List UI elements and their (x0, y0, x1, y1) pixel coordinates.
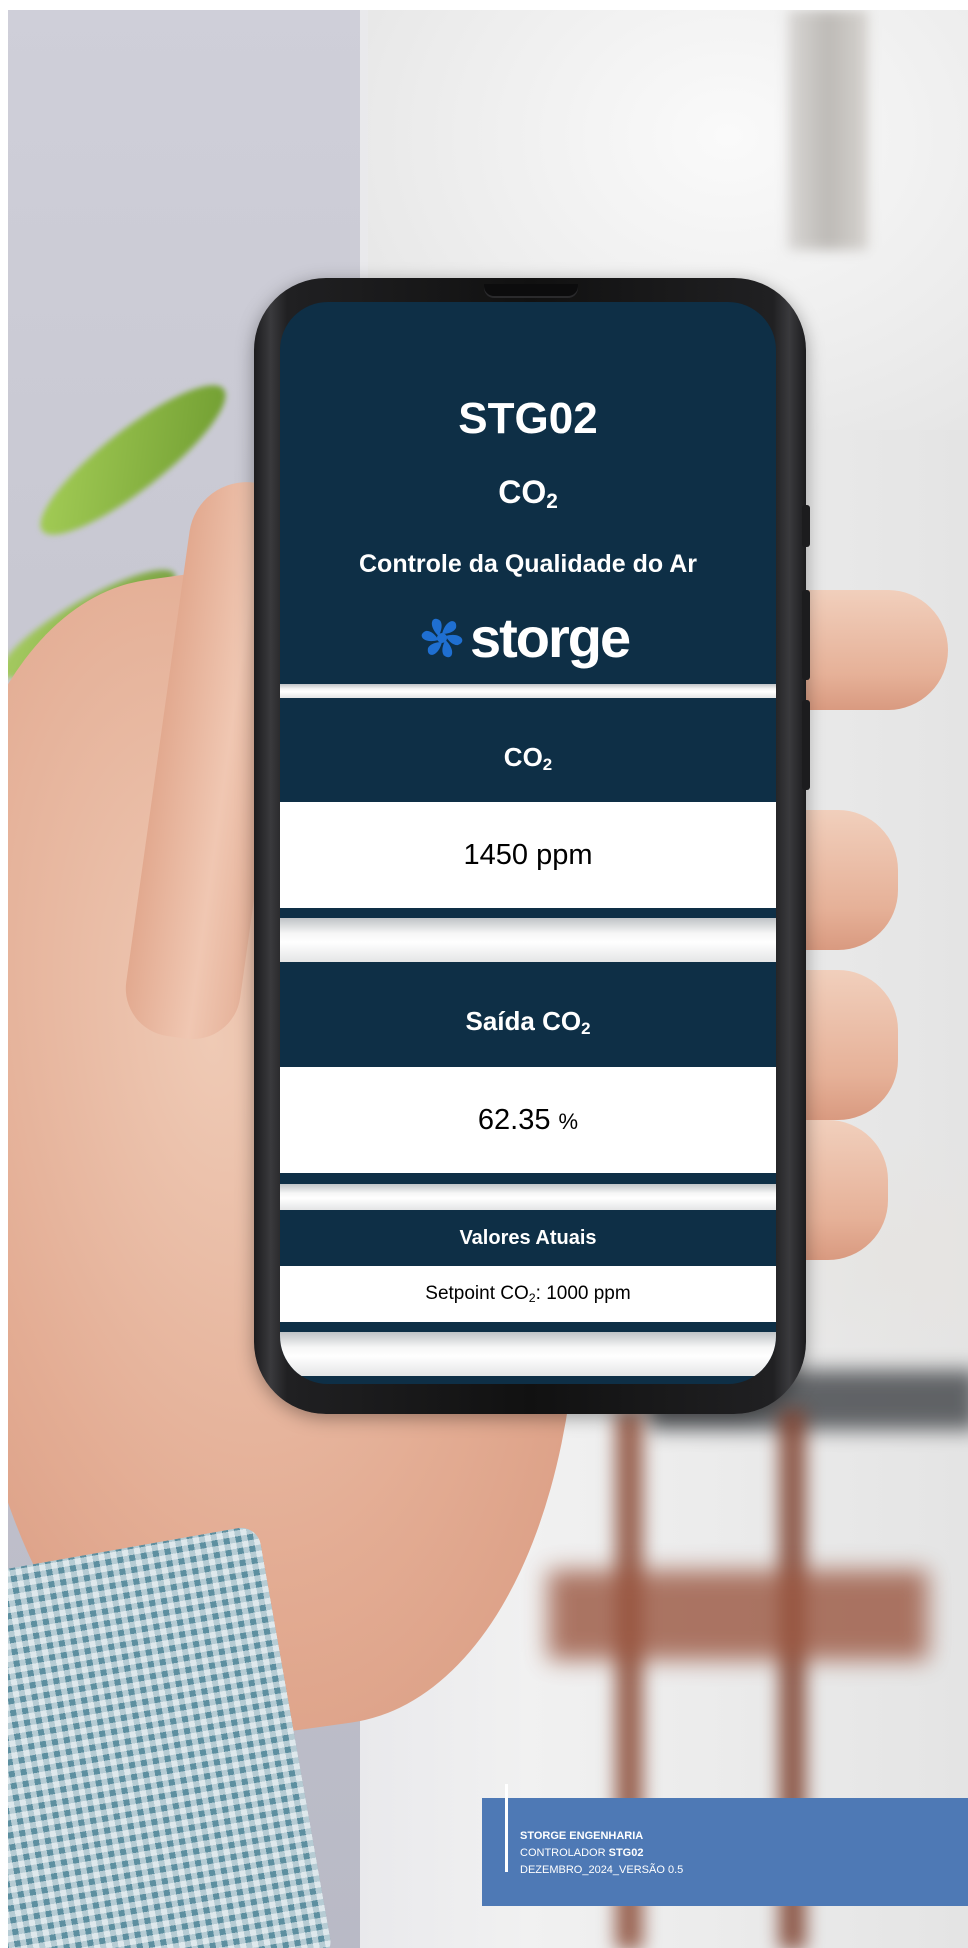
fan-logo-icon (421, 618, 463, 658)
section-divider (280, 684, 776, 698)
phone-speaker-notch (484, 284, 578, 298)
footer-accent-bar (505, 1784, 508, 1872)
brand-logo: storge (418, 606, 631, 669)
app-gas-label: CO2 (498, 474, 558, 514)
phone-side-button (802, 505, 810, 547)
footer-company: STORGE ENGENHARIA (520, 1830, 644, 1842)
setpoint-display: Setpoint CO2: 1000 ppm (280, 1266, 776, 1322)
app-subtitle: Controle da Qualidade do Ar (359, 550, 697, 578)
output-section-header: Saída CO2 (465, 1006, 591, 1039)
output-value-display: 62.35 % (280, 1067, 776, 1173)
app-title: STG02 (458, 394, 598, 443)
background-chair-seat (548, 1570, 928, 1660)
co2-value-display: 1450 ppm (280, 802, 776, 908)
phone-side-button (802, 590, 810, 680)
co2-section-header: CO2 (503, 742, 553, 775)
brand-logo-text: storge (470, 606, 631, 669)
section-divider (280, 1184, 776, 1210)
footer-version: DEZEMBRO_2024_VERSÃO 0.5 (520, 1864, 684, 1876)
section-divider (280, 1332, 776, 1376)
phone-side-button (802, 700, 810, 790)
background-blind (788, 10, 868, 250)
footer-controller: CONTROLADOR STG02 (520, 1847, 644, 1859)
footer-text: STORGE ENGENHARIA CONTROLADOR STG02 DEZE… (520, 1828, 683, 1879)
section-divider (280, 918, 776, 962)
phone-screen: STG02 CO2 Controle da Qualidade do Ar st… (280, 302, 776, 1384)
current-values-header: Valores Atuais (459, 1227, 597, 1249)
